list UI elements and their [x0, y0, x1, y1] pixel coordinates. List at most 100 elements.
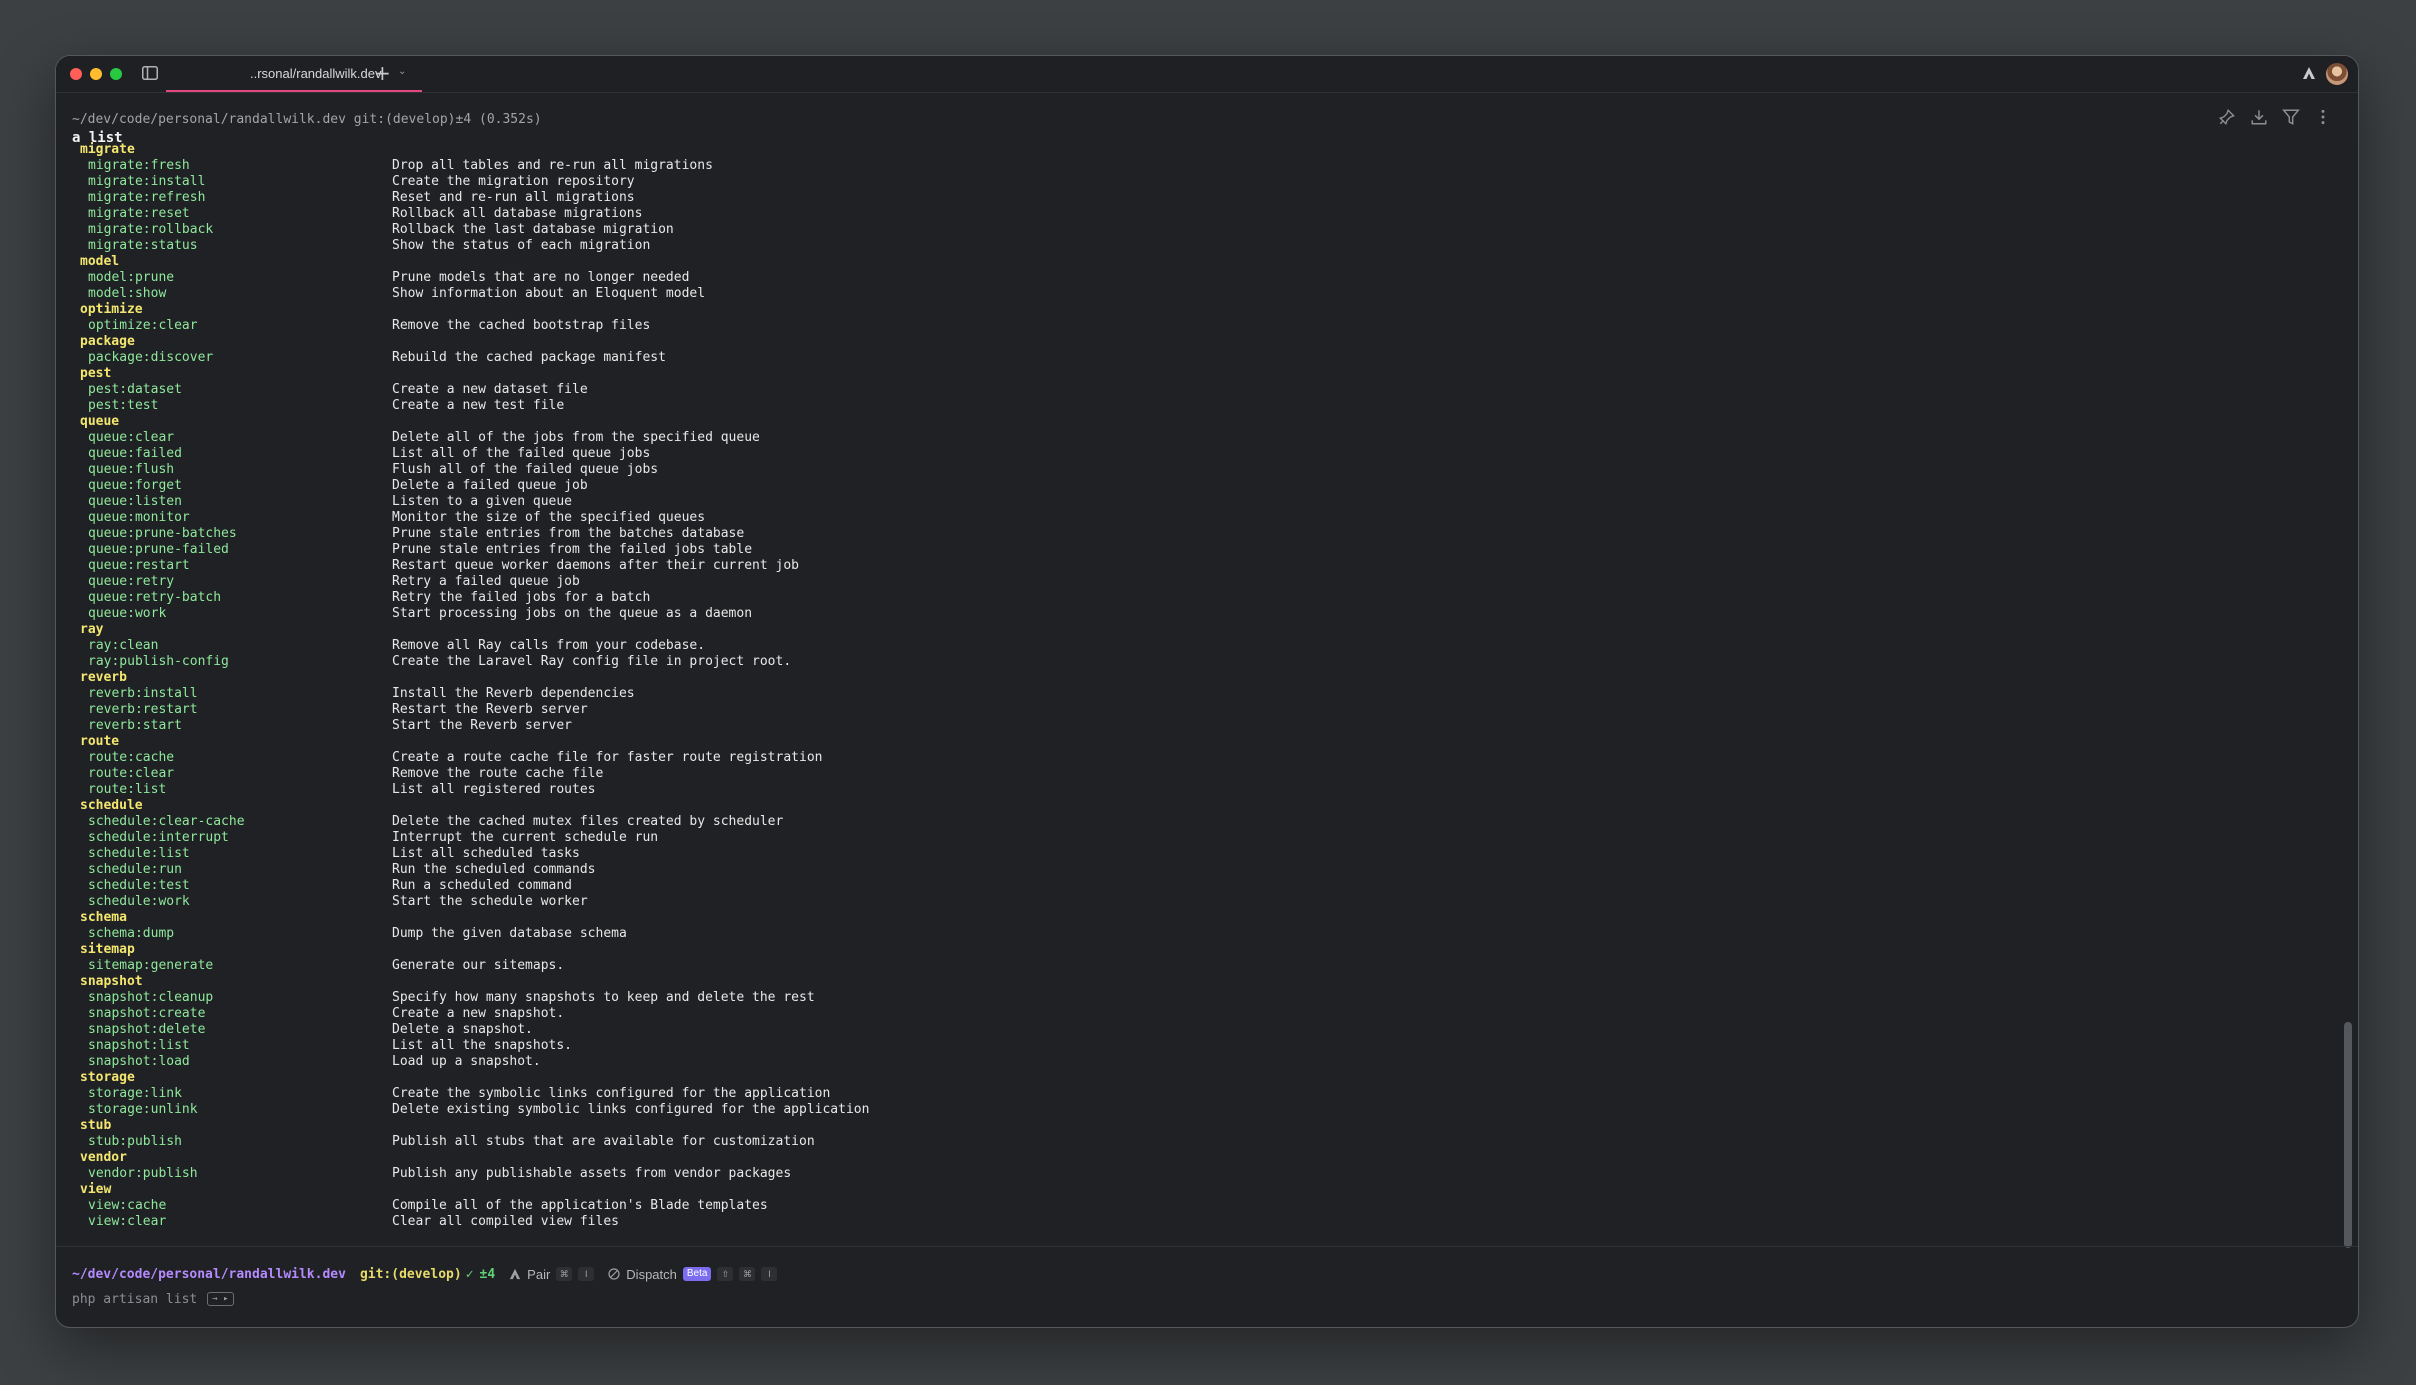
command-description: Start the schedule worker	[392, 894, 588, 909]
agent-icon	[510, 1268, 521, 1280]
pair-button[interactable]: Pair ⌘ I	[509, 1266, 595, 1282]
command-description: Run a scheduled command	[392, 878, 573, 893]
command-description: Specify how many snapshots to keep and d…	[392, 990, 815, 1005]
command-row: queue:failed List all of the failed queue…	[80, 446, 2328, 462]
command-description: Create the migration repository	[392, 174, 635, 189]
command-name: queue:failed	[88, 446, 182, 461]
namespace-heading: vendor	[80, 1150, 2328, 1166]
command-row: migrate:status Show the status of each mi…	[80, 238, 2328, 254]
command-description: Restart the Reverb server	[392, 702, 588, 717]
command-description: Restart queue worker daemons after their…	[392, 558, 799, 573]
command-row: schema:dump Dump the given database schem…	[80, 926, 2328, 942]
scrollbar-thumb[interactable]	[2344, 1022, 2352, 1248]
namespace-label: stub	[80, 1118, 112, 1133]
command-description: Create the Laravel Ray config file in pr…	[392, 654, 792, 669]
command-row: migrate:fresh Drop all tables and re-run …	[80, 158, 2328, 174]
namespace-heading: package	[80, 334, 2328, 350]
command-name: schedule:work	[88, 894, 190, 909]
namespace-heading: migrate	[80, 142, 2328, 158]
command-row: snapshot:list List all the snapshots.	[80, 1038, 2328, 1054]
command-name: queue:restart	[88, 558, 190, 573]
command-description: Remove all Ray calls from your codebase.	[392, 638, 706, 653]
command-description: Drop all tables and re-run all migration…	[392, 158, 713, 173]
dispatch-icon	[608, 1268, 620, 1280]
namespace-label: optimize	[80, 302, 143, 317]
command-description: Delete a failed queue job	[392, 478, 588, 493]
command-name: migrate:install	[88, 174, 206, 189]
chevron-down-icon[interactable]: ⌄	[398, 66, 406, 77]
command-row: pest:test Create a new test file	[80, 398, 2328, 414]
pair-label: Pair	[527, 1266, 551, 1282]
close-window-button[interactable]	[70, 68, 82, 80]
command-row: pest:dataset Create a new dataset file	[80, 382, 2328, 398]
filter-icon[interactable]	[2282, 108, 2300, 126]
command-description: Monitor the size of the specified queues	[392, 510, 706, 525]
command-name: vendor:publish	[88, 1166, 198, 1181]
command-description: Rollback the last database migration	[392, 222, 674, 237]
agent-icon[interactable]	[2302, 66, 2316, 80]
new-tab-button[interactable]: +	[374, 63, 391, 83]
command-row: reverb:restart Restart the Reverb server	[80, 702, 2328, 718]
command-description: Remove the cached bootstrap files	[392, 318, 651, 333]
command-row: queue:restart Restart queue worker daemon…	[80, 558, 2328, 574]
command-row: vendor:publish Publish any publishable as…	[80, 1166, 2328, 1182]
namespace-label: model	[80, 254, 120, 269]
command-name: view:cache	[88, 1198, 167, 1213]
command-name: queue:flush	[88, 462, 175, 477]
namespace-heading: view	[80, 1182, 2328, 1198]
namespace-heading: storage	[80, 1070, 2328, 1086]
command-row: queue:prune-failed Prune stale entries fr…	[80, 542, 2328, 558]
command-row: route:cache Create a route cache file for…	[80, 750, 2328, 766]
command-row: queue:forget Delete a failed queue job	[80, 478, 2328, 494]
more-options-icon[interactable]	[2314, 108, 2332, 126]
sidebar-toggle-icon[interactable]	[142, 66, 158, 80]
command-name: route:clear	[88, 766, 175, 781]
command-description: Delete all of the jobs from the specifie…	[392, 430, 760, 445]
command-name: ray:clean	[88, 638, 159, 653]
command-row: schedule:clear-cache Delete the cached mu…	[80, 814, 2328, 830]
namespace-heading: route	[80, 734, 2328, 750]
dispatch-button[interactable]: Dispatch Beta ⇧ ⌘ I	[608, 1267, 778, 1282]
command-description: Show the status of each migration	[392, 238, 651, 253]
command-name: optimize:clear	[88, 318, 198, 333]
maximize-window-button[interactable]	[110, 68, 122, 80]
command-description: Interrupt the current schedule run	[392, 830, 659, 845]
download-icon[interactable]	[2250, 108, 2268, 126]
namespace-label: migrate	[80, 142, 135, 157]
namespace-label: view	[80, 1182, 112, 1197]
namespace-label: snapshot	[80, 974, 143, 989]
command-row: sitemap:generate Generate our sitemaps.	[80, 958, 2328, 974]
command-name: migrate:fresh	[88, 158, 190, 173]
status-check-icon: ✓	[465, 1266, 474, 1282]
command-row: storage:link Create the symbolic links co…	[80, 1086, 2328, 1102]
command-name: schema:dump	[88, 926, 175, 941]
command-input[interactable]: php artisan list → ▸	[72, 1290, 234, 1308]
command-description: Create the symbolic links configured for…	[392, 1086, 831, 1101]
command-name: storage:link	[88, 1086, 182, 1101]
pin-icon[interactable]	[2218, 108, 2236, 126]
status-changes: ±4	[479, 1266, 496, 1282]
avatar[interactable]	[2326, 63, 2348, 85]
command-row: queue:monitor Monitor the size of the spe…	[80, 510, 2328, 526]
command-name: ray:publish-config	[88, 654, 229, 669]
command-row: view:cache Compile all of the application…	[80, 1198, 2328, 1214]
command-name: stub:publish	[88, 1134, 182, 1149]
command-row: ray:publish-config Create the Laravel Ray…	[80, 654, 2328, 670]
namespace-heading: schema	[80, 910, 2328, 926]
command-row: route:list List all registered routes	[80, 782, 2328, 798]
command-name: migrate:reset	[88, 206, 190, 221]
command-name: queue:listen	[88, 494, 182, 509]
command-row: schedule:list List all scheduled tasks	[80, 846, 2328, 862]
input-placeholder: php artisan list	[72, 1291, 198, 1307]
command-name: schedule:run	[88, 862, 182, 877]
minimize-window-button[interactable]	[90, 68, 102, 80]
command-row: schedule:work Start the schedule worker	[80, 894, 2328, 910]
command-name: route:list	[88, 782, 167, 797]
command-row: queue:clear Delete all of the jobs from t…	[80, 430, 2328, 446]
command-description: Clear all compiled view files	[392, 1214, 619, 1229]
namespace-heading: ray	[80, 622, 2328, 638]
command-name: snapshot:delete	[88, 1022, 206, 1037]
command-name: snapshot:load	[88, 1054, 190, 1069]
command-name: migrate:rollback	[88, 222, 214, 237]
namespace-label: schema	[80, 910, 127, 925]
